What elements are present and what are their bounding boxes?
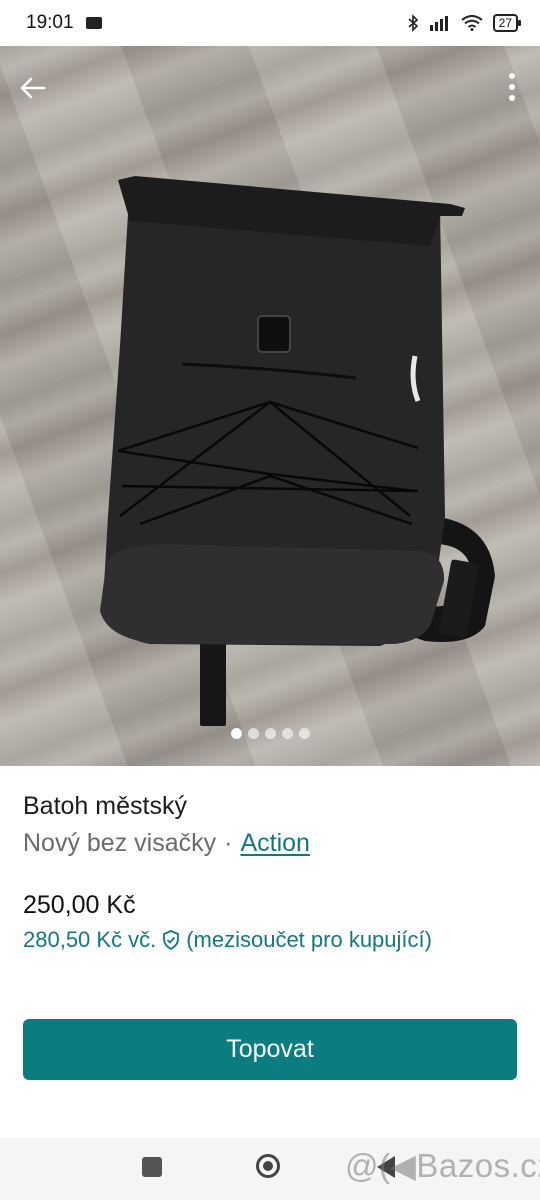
carousel-dot[interactable] <box>298 728 310 739</box>
carousel-dot[interactable] <box>264 728 276 739</box>
buyer-incl: vč. <box>128 927 157 952</box>
carousel-indicator <box>0 728 540 739</box>
condition-label: Nový bez visačky <box>23 829 217 857</box>
buyer-note: (mezisoučet pro kupující) <box>186 927 432 952</box>
status-right: 27 <box>407 14 522 32</box>
meta-separator: · <box>224 829 233 857</box>
mail-icon <box>85 17 102 29</box>
recent-apps-icon[interactable] <box>142 1157 162 1177</box>
shield-check-icon <box>163 930 180 950</box>
listing-title: Batoh městský <box>23 792 187 820</box>
buyer-price-line[interactable]: 280,50 Kč vč. (mezisoučet pro kupující) <box>23 927 432 953</box>
home-icon[interactable] <box>256 1154 280 1178</box>
wifi-icon <box>461 15 483 31</box>
signal-icon <box>429 16 448 31</box>
back-arrow-icon[interactable] <box>14 70 50 106</box>
listing-meta: Nový bez visačky · Action <box>23 829 310 858</box>
brand-link[interactable]: Action <box>240 829 309 858</box>
status-left: 19:01 <box>26 12 102 34</box>
carousel-dot[interactable] <box>281 728 293 739</box>
status-bar: 19:01 27 <box>0 0 540 46</box>
promote-button[interactable]: Topovat <box>23 1019 517 1080</box>
carousel-dot[interactable] <box>230 728 242 739</box>
backpack-image <box>100 176 495 726</box>
status-time: 19:01 <box>26 12 74 33</box>
product-photo[interactable] <box>0 46 540 766</box>
battery-icon: 27 <box>492 14 522 32</box>
more-vert-icon[interactable] <box>500 68 524 108</box>
bluetooth-icon <box>408 14 418 32</box>
bazos-watermark: @(◀Bazos.cz <box>345 1147 540 1184</box>
buyer-price: 280,50 Kč <box>23 927 123 952</box>
carousel-dot[interactable] <box>247 728 259 739</box>
price: 250,00 Kč <box>23 891 136 919</box>
